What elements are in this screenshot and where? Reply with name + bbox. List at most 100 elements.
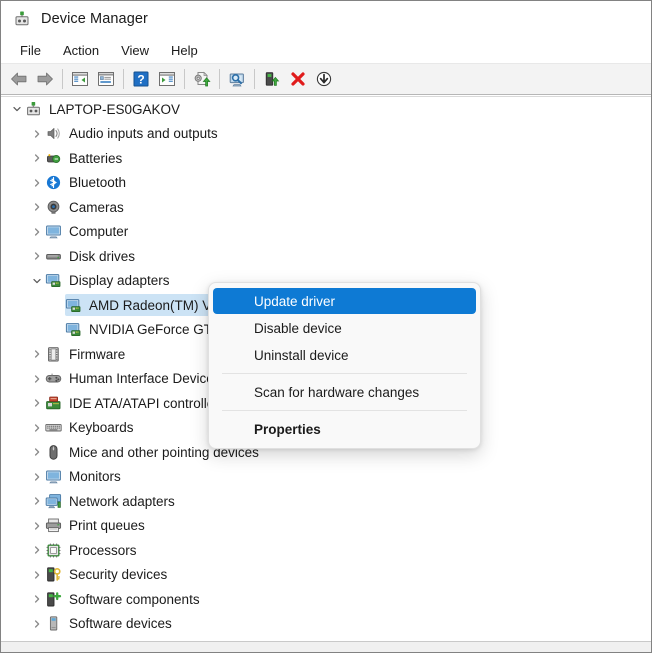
svg-text:?: ?: [137, 72, 144, 86]
menu-action[interactable]: Action: [52, 40, 110, 61]
device-manager-icon: [13, 10, 31, 28]
tree-row-label: Bluetooth: [69, 175, 127, 191]
chevron-right-icon[interactable]: [29, 542, 45, 558]
menu-item-label: Disable device: [254, 320, 342, 336]
tree-row-label: Monitors: [69, 469, 121, 485]
printer-icon: [45, 517, 62, 534]
forward-button[interactable]: [32, 66, 58, 92]
tree-row[interactable]: Computer: [1, 220, 651, 245]
chevron-right-icon[interactable]: [29, 567, 45, 583]
context-menu[interactable]: Update driver Disable device Uninstall dev…: [208, 282, 481, 449]
tree-row[interactable]: Monitors: [1, 465, 651, 490]
display-adapter-icon: [45, 272, 62, 289]
uninstall-device-button[interactable]: [285, 66, 311, 92]
menu-file[interactable]: File: [9, 40, 52, 61]
speaker-icon: [45, 125, 62, 142]
chevron-right-icon[interactable]: [29, 224, 45, 240]
tree-row[interactable]: Software devices: [1, 612, 651, 637]
disable-device-button[interactable]: [311, 66, 337, 92]
title-bar: Device Manager: [1, 1, 651, 37]
tree-row[interactable]: Disk drives: [1, 244, 651, 269]
battery-icon: [45, 150, 62, 167]
ctx-update-driver[interactable]: Update driver: [213, 288, 476, 314]
tree-row-label: Network adapters: [69, 493, 175, 509]
chevron-right-icon[interactable]: [29, 420, 45, 436]
ide-controller-icon: [45, 395, 62, 412]
tree-row[interactable]: Processors: [1, 538, 651, 563]
chevron-right-icon[interactable]: [29, 175, 45, 191]
chevron-right-icon[interactable]: [29, 395, 45, 411]
mouse-icon: [45, 444, 62, 461]
chevron-right-icon[interactable]: [29, 469, 45, 485]
tree-row[interactable]: Software components: [1, 587, 651, 612]
menu-separator: [222, 410, 467, 411]
chevron-down-icon[interactable]: [29, 273, 45, 289]
chevron-right-icon[interactable]: [29, 199, 45, 215]
tree-row[interactable]: Audio inputs and outputs: [1, 122, 651, 147]
tree-root-row[interactable]: LAPTOP-ES0GAKOV: [1, 97, 651, 122]
chevron-right-icon[interactable]: [29, 493, 45, 509]
display-adapter-icon: [65, 321, 82, 338]
tree-row-label: Disk drives: [69, 248, 136, 264]
camera-icon: [45, 199, 62, 216]
tree-row[interactable]: Bluetooth: [1, 171, 651, 196]
software-device-icon: [45, 615, 62, 632]
status-bar: [1, 641, 651, 652]
tree-row-label: Software devices: [69, 616, 172, 632]
chevron-down-icon[interactable]: [9, 101, 25, 117]
tree-row-label: Computer: [69, 224, 129, 240]
tree-row-label: Software components: [69, 591, 200, 607]
scan-hardware-changes-button[interactable]: [224, 66, 250, 92]
keyboard-icon: [45, 419, 62, 436]
tree-row-label: Human Interface Devices: [69, 371, 221, 387]
properties-button[interactable]: [93, 66, 119, 92]
chevron-right-icon[interactable]: [29, 591, 45, 607]
ctx-uninstall-device[interactable]: Uninstall device: [213, 342, 476, 368]
toolbar: ?: [1, 64, 651, 95]
menu-help[interactable]: Help: [160, 40, 209, 61]
chevron-right-icon[interactable]: [29, 346, 45, 362]
tree-row[interactable]: Batteries: [1, 146, 651, 171]
help-button[interactable]: ?: [128, 66, 154, 92]
tree-row[interactable]: Security devices: [1, 563, 651, 588]
enable-device-button[interactable]: [259, 66, 285, 92]
disk-drive-icon: [45, 248, 62, 265]
menu-item-label: Update driver: [254, 293, 336, 309]
chevron-right-icon[interactable]: [29, 126, 45, 142]
tree-row[interactable]: Print queues: [1, 514, 651, 539]
tree-row[interactable]: Cameras: [1, 195, 651, 220]
software-component-icon: [45, 591, 62, 608]
computer-root-icon: [25, 101, 42, 118]
tree-row-label: Processors: [69, 542, 137, 558]
tree-row-label: Firmware: [69, 346, 126, 362]
chevron-right-icon[interactable]: [29, 371, 45, 387]
tree-row-label: LAPTOP-ES0GAKOV: [49, 101, 181, 117]
menu-item-label: Properties: [254, 421, 321, 437]
chevron-right-icon[interactable]: [29, 248, 45, 264]
chevron-right-icon[interactable]: [29, 518, 45, 534]
chevron-right-icon[interactable]: [29, 150, 45, 166]
menu-view[interactable]: View: [110, 40, 160, 61]
device-manager-window: Device Manager File Action View Help ? L…: [0, 0, 652, 653]
tree-row-label: IDE ATA/ATAPI controllers: [69, 395, 226, 411]
show-hide-action-pane-button[interactable]: [154, 66, 180, 92]
ctx-properties[interactable]: Properties: [213, 416, 476, 442]
ctx-scan-hardware-changes[interactable]: Scan for hardware changes: [213, 379, 476, 405]
tree-row-label: Display adapters: [69, 273, 170, 289]
network-adapter-icon: [45, 493, 62, 510]
toolbar-separator: [254, 69, 255, 89]
tree-row-label: Cameras: [69, 199, 124, 215]
show-hide-console-tree-button[interactable]: [67, 66, 93, 92]
menu-bar: File Action View Help: [1, 37, 651, 64]
back-button[interactable]: [6, 66, 32, 92]
firmware-icon: [45, 346, 62, 363]
toolbar-separator: [184, 69, 185, 89]
window-title: Device Manager: [41, 11, 148, 27]
ctx-disable-device[interactable]: Disable device: [213, 315, 476, 341]
tree-row[interactable]: Network adapters: [1, 489, 651, 514]
chevron-right-icon[interactable]: [29, 616, 45, 632]
menu-item-label: Uninstall device: [254, 347, 349, 363]
update-driver-button[interactable]: [189, 66, 215, 92]
chevron-right-icon[interactable]: [29, 444, 45, 460]
menu-item-label: Scan for hardware changes: [254, 384, 420, 400]
